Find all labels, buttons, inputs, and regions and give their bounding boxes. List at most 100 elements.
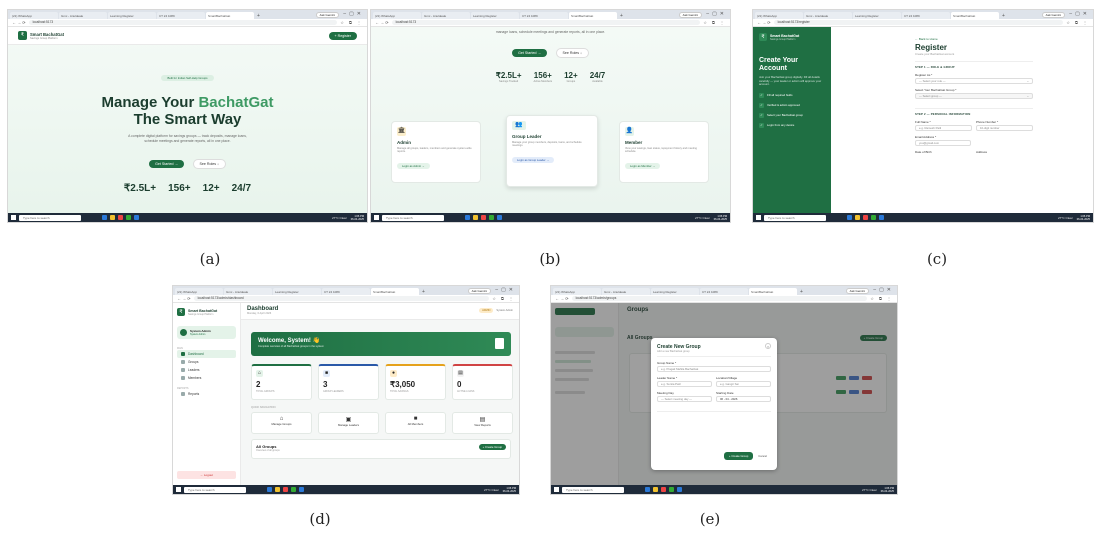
fullname-input[interactable]: e.g. Ramesh Patil [915,125,972,131]
browser-tab[interactable]: (21) WhatsApp [755,12,803,19]
window-controls[interactable]: –▢✕ [343,11,364,17]
browser-tab[interactable]: CT 24 1089 [902,12,950,19]
browser-tab[interactable]: CT 24 1089 [157,12,205,19]
browser-tab[interactable]: CT 24 1089 [700,288,748,295]
browser-tab-active[interactable]: SmartBachatGat [749,288,797,295]
url-input[interactable]: localhost:5173/admin/groups [571,296,868,301]
browser-actions-icon[interactable]: ☆ ⧉ ⋮ [492,296,515,301]
app-icon[interactable] [871,215,876,220]
quick-manage-leaders[interactable]: ▣ Manage Leaders [318,412,379,434]
phone-input[interactable]: 10-digit number [976,125,1033,131]
login-leader-button[interactable]: Login as Group Leader → [512,156,555,163]
browser-tab-active[interactable]: SmartBachatGat [206,12,254,19]
browser-actions-icon[interactable]: ☆ ⧉ ⋮ [870,296,893,301]
url-input[interactable]: localhost:5173 [391,20,701,25]
browser-tab[interactable]: Gmx - Anuldeale [59,12,107,19]
quick-manage-groups[interactable]: ⌂ Manage Groups [251,412,312,434]
browser-tab[interactable]: Learning Register [471,12,519,19]
sidebar-item-leaders[interactable]: Leaders [177,366,236,374]
gemini-button[interactable]: Ask Gemini [1041,11,1065,18]
window-controls[interactable]: –▢✕ [495,287,516,293]
nav-arrows-icon[interactable]: ← → ⟳ [555,296,569,301]
gemini-button[interactable]: Ask Gemini [845,287,869,294]
sidebar-item-dashboard[interactable]: Dashboard [177,350,236,358]
taskbar-search-input[interactable]: Type here to search [764,214,826,221]
vscode-icon[interactable] [134,215,139,220]
windows-start-icon[interactable] [554,487,559,492]
close-icon[interactable]: × [765,343,771,349]
logout-button[interactable]: → Logout [177,471,236,479]
windows-start-icon[interactable] [374,215,379,220]
windows-start-icon[interactable] [176,487,181,492]
quick-view-reports[interactable]: ▤ View Reports [452,412,513,434]
nav-arrows-icon[interactable]: ← → ⟳ [177,296,191,301]
url-input[interactable]: localhost:5173 [28,20,338,25]
taskbar-search-input[interactable]: Type here to search [382,214,444,221]
app-icon[interactable] [126,215,131,220]
role-select[interactable]: — Select your role — ⌄ [915,78,1033,84]
folder-icon[interactable] [275,487,280,492]
start-date-input[interactable]: 06 - 04 - 2026 [716,396,771,402]
gemini-button[interactable]: Ask Gemini [315,11,339,18]
gemini-button[interactable]: Ask Gemini [467,287,491,294]
create-group-submit-button[interactable]: + Create Group [723,452,754,460]
create-group-button[interactable]: + Create Group [478,444,506,450]
back-home-link[interactable]: ← Back to Home [915,37,1033,41]
browser-tab[interactable]: Gmx - Anuldeale [224,288,272,295]
browser-tab[interactable]: (21) WhatsApp [373,12,421,19]
folder-icon[interactable] [855,215,860,220]
nav-arrows-icon[interactable]: ← → ⟳ [757,20,771,25]
app-icon[interactable] [267,487,272,492]
window-controls[interactable]: –▢✕ [706,11,727,17]
browser-tab[interactable]: CT 24 1089 [520,12,568,19]
cancel-button[interactable]: Cancel [758,454,767,458]
app-icon[interactable] [847,215,852,220]
register-button[interactable]: + Register [328,31,357,40]
browser-tab[interactable]: (21) WhatsApp [553,288,601,295]
browser-tab[interactable]: (21) WhatsApp [175,288,223,295]
taskbar-search-input[interactable]: Type here to search [184,486,246,493]
windows-start-icon[interactable] [756,215,761,220]
folder-icon[interactable] [473,215,478,220]
browser-tab[interactable]: Learning Register [108,12,156,19]
app-icon[interactable] [645,487,650,492]
folder-icon[interactable] [110,215,115,220]
vscode-icon[interactable] [299,487,304,492]
taskbar-search-input[interactable]: Type here to search [562,486,624,493]
app-icon[interactable] [291,487,296,492]
chrome-icon[interactable] [118,215,123,220]
browser-tab-active[interactable]: SmartBachatGat [569,12,617,19]
chrome-icon[interactable] [661,487,666,492]
group-select[interactable]: — Select group — ⌄ [915,93,1033,99]
browser-tab[interactable]: Learning Register [273,288,321,295]
browser-tab[interactable]: (21) WhatsApp [10,12,58,19]
get-started-button[interactable]: Get Started → [512,48,548,57]
browser-tab-active[interactable]: SmartBachatGat [371,288,419,295]
browser-tab[interactable]: Gmx - Anuldeale [422,12,470,19]
nav-arrows-icon[interactable]: ← → ⟳ [375,20,389,25]
browser-tab-active[interactable]: SmartBachatGat [951,12,999,19]
app-icon[interactable] [465,215,470,220]
login-admin-button[interactable]: Login as Admin → [397,162,430,169]
nav-arrows-icon[interactable]: ← → ⟳ [12,20,26,25]
sidebar-item-members[interactable]: Members [177,374,236,382]
chrome-icon[interactable] [863,215,868,220]
chrome-icon[interactable] [283,487,288,492]
window-controls[interactable]: –▢✕ [1069,11,1090,17]
url-input[interactable]: localhost:5173/admin/dashboard [193,296,490,301]
app-icon[interactable] [102,215,107,220]
sidebar-item-reports[interactable]: Reports [177,390,236,398]
browser-tab[interactable]: Learning Register [853,12,901,19]
vscode-icon[interactable] [879,215,884,220]
taskbar-search-input[interactable]: Type here to search [19,214,81,221]
meeting-day-select[interactable]: — Select meeting day — [657,396,712,402]
vscode-icon[interactable] [497,215,502,220]
vscode-icon[interactable] [677,487,682,492]
browser-actions-icon[interactable]: ☆ ⧉ ⋮ [1066,20,1089,25]
url-input[interactable]: localhost:5173/register [773,20,1064,25]
sidebar-item-groups[interactable]: Groups [177,358,236,366]
browser-tab[interactable]: Gmx - Anuldeale [602,288,650,295]
app-icon[interactable] [669,487,674,492]
browser-tab[interactable]: Learning Register [651,288,699,295]
app-icon[interactable] [489,215,494,220]
